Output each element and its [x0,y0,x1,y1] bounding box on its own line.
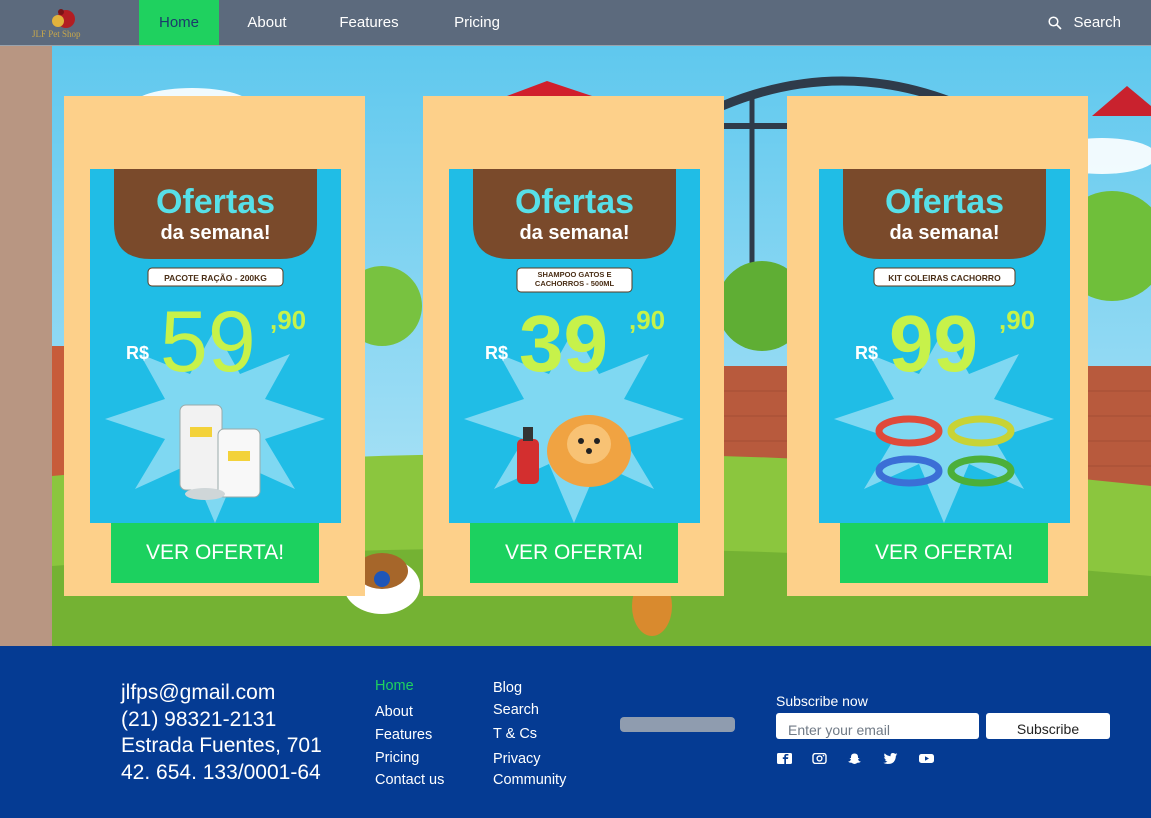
nav-about[interactable]: About [232,0,302,45]
banner-title: Ofertas [515,183,634,221]
subscribe-button[interactable]: Subscribe [986,713,1110,739]
price-cents: ,90 [270,305,306,335]
snapchat-icon[interactable] [847,753,862,764]
offer-card-3: Ofertas da semana! KIT COLEIRAS CACHORRO… [787,96,1088,596]
price-integer: 39 [519,299,608,388]
ver-oferta-button-3[interactable]: VER OFERTA! [840,523,1048,583]
nav-home[interactable]: Home [139,0,219,45]
footer-link-features[interactable]: Features [375,727,432,743]
twitter-icon[interactable] [883,753,898,764]
footer: jlfps@gmail.com (21) 98321-2131 Estrada … [0,646,1151,818]
instagram-icon[interactable] [812,753,827,764]
youtube-icon[interactable] [919,753,934,764]
hero-section: Ofertas da semana! PACOTE RAÇÃO - 200KG … [0,46,1151,646]
offer-banner-1[interactable]: Ofertas da semana! PACOTE RAÇÃO - 200KG … [90,169,341,523]
subscribe-title: Subscribe now [776,693,868,709]
contact-email[interactable]: jlfps@gmail.com [121,680,322,707]
footer-link-search[interactable]: Search [493,702,539,718]
search-label: Search [1073,14,1121,31]
footer-link-pricing[interactable]: Pricing [375,750,419,766]
price-integer: 59 [160,294,256,390]
currency-label: R$ [855,343,878,363]
facebook-icon[interactable] [777,753,792,764]
product-name: KIT COLEIRAS CACHORRO [888,273,1001,283]
footer-link-privacy[interactable]: Privacy [493,751,541,767]
product-name: SHAMPOO GATOS E CACHORROS - 500ML [534,270,615,288]
footer-link-about[interactable]: About [375,704,413,720]
product-name: PACOTE RAÇÃO - 200KG [164,273,267,283]
contact-cnpj: 42. 654. 133/0001-64 [121,760,321,784]
ver-oferta-button-1[interactable]: VER OFERTA! [111,523,319,583]
search-button[interactable]: Search [1048,0,1121,46]
banner-subtitle: da semana! [519,222,629,244]
footer-link-blog[interactable]: Blog [493,680,522,696]
banner-title: Ofertas [156,183,275,221]
contact-info: jlfps@gmail.com (21) 98321-2131 Estrada … [121,680,322,786]
contact-phone: (21) 98321-2131 [121,707,277,731]
footer-link-community[interactable]: Community [493,772,566,788]
offer-banner-2[interactable]: Ofertas da semana! SHAMPOO GATOS E CACHO… [449,169,700,523]
logo-text: JLF Pet Shop [32,29,81,39]
price-cents: ,90 [629,305,665,335]
top-navbar: JLF Pet Shop Home About Features Pricing… [0,0,1151,46]
footer-link-contact[interactable]: Contact us [375,772,444,788]
currency-label: R$ [126,343,149,363]
hero-left-strip [0,46,52,646]
shop-logo[interactable]: JLF Pet Shop [30,6,96,40]
ver-oferta-button-2[interactable]: VER OFERTA! [470,523,678,583]
offer-card-2: Ofertas da semana! SHAMPOO GATOS E CACHO… [423,96,724,596]
price-integer: 99 [889,299,978,388]
footer-link-terms[interactable]: T & Cs [493,726,537,742]
footer-placeholder-bar [620,717,735,732]
footer-link-home[interactable]: Home [375,678,414,694]
nav-features[interactable]: Features [326,0,412,45]
contact-address: Estrada Fuentes, 701 [121,734,322,757]
search-icon [1048,16,1063,30]
banner-subtitle: da semana! [160,222,270,244]
banner-title: Ofertas [885,183,1004,221]
price-cents: ,90 [999,305,1035,335]
offer-banner-3[interactable]: Ofertas da semana! KIT COLEIRAS CACHORRO… [819,169,1070,523]
currency-label: R$ [485,343,508,363]
subscribe-email-input[interactable] [776,713,979,739]
nav-pricing[interactable]: Pricing [441,0,513,45]
banner-subtitle: da semana! [889,222,999,244]
offer-card-1: Ofertas da semana! PACOTE RAÇÃO - 200KG … [64,96,365,596]
